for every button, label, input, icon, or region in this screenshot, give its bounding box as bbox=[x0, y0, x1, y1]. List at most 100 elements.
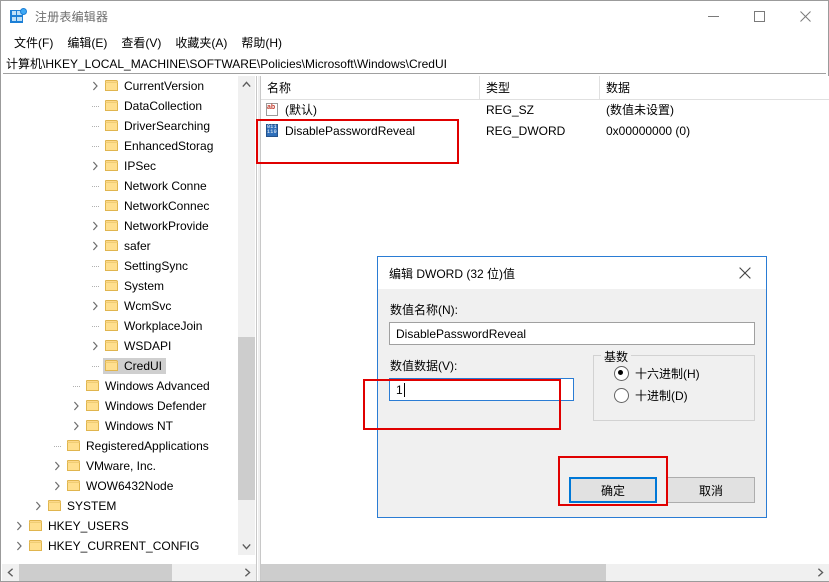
tree-node-datacollection[interactable]: DataCollection bbox=[2, 96, 238, 116]
tree-scroll-thumb[interactable] bbox=[238, 337, 255, 500]
table-row[interactable]: ab (默认) REG_SZ (数值未设置) bbox=[261, 99, 829, 120]
address-bar[interactable]: 计算机\HKEY_LOCAL_MACHINE\SOFTWARE\Policies… bbox=[3, 54, 826, 74]
tree-node-content[interactable]: WorkplaceJoin bbox=[103, 318, 206, 334]
chevron-right-icon[interactable] bbox=[49, 478, 65, 494]
tree-node-content[interactable]: NetworkProvide bbox=[103, 218, 213, 234]
column-header-data[interactable]: 数据 bbox=[600, 76, 829, 99]
chevron-right-icon[interactable] bbox=[87, 238, 103, 254]
tree-node-ipsec[interactable]: IPSec bbox=[2, 156, 238, 176]
menu-edit[interactable]: 编辑(E) bbox=[60, 33, 114, 53]
tree-node-system[interactable]: System bbox=[2, 276, 238, 296]
cancel-button[interactable]: 取消 bbox=[667, 477, 755, 503]
tree-node-content[interactable]: WOW6432Node bbox=[65, 478, 177, 494]
tree-node-content[interactable]: Windows Defender bbox=[84, 398, 210, 414]
registry-tree[interactable]: CurrentVersion DataCollection DriverSearch… bbox=[2, 76, 238, 555]
tree-node-hkey-current-config[interactable]: HKEY_CURRENT_CONFIG bbox=[2, 536, 238, 555]
table-row[interactable]: 011 110 DisablePasswordReveal REG_DWORD 0x00… bbox=[261, 120, 829, 141]
tree-node-content[interactable]: Windows Advanced bbox=[84, 378, 214, 394]
tree-vertical-scrollbar[interactable] bbox=[237, 76, 255, 555]
tree-node-networkconnec[interactable]: NetworkConnec bbox=[2, 196, 238, 216]
chevron-right-icon[interactable] bbox=[68, 398, 84, 414]
menu-favorites[interactable]: 收藏夹(A) bbox=[168, 33, 234, 53]
tree-node-content[interactable]: SettingSync bbox=[103, 258, 192, 274]
tree-node-credui[interactable]: CredUI bbox=[2, 356, 238, 376]
tree-node-safer[interactable]: safer bbox=[2, 236, 238, 256]
value-data-input[interactable]: 1 bbox=[389, 378, 574, 401]
value-name-input[interactable]: DisablePasswordReveal bbox=[389, 322, 755, 345]
chevron-right-icon[interactable] bbox=[11, 538, 27, 554]
chevron-right-icon[interactable] bbox=[87, 78, 103, 94]
chevron-right-icon[interactable] bbox=[87, 338, 103, 354]
tree-node-content[interactable]: DriverSearching bbox=[103, 118, 214, 134]
folder-icon bbox=[85, 399, 101, 413]
tree-node-content[interactable]: EnhancedStorag bbox=[103, 138, 217, 154]
edit-dword-dialog: 编辑 DWORD (32 位)值 数值名称(N): DisablePasswor… bbox=[377, 256, 767, 518]
tree-node-content[interactable]: SYSTEM bbox=[46, 498, 120, 514]
tree-node-label: WorkplaceJoin bbox=[124, 319, 203, 333]
tree-horizontal-scrollbar[interactable] bbox=[2, 564, 256, 581]
tree-node-wcmsvc[interactable]: WcmSvc bbox=[2, 296, 238, 316]
chevron-right-icon[interactable] bbox=[68, 418, 84, 434]
scroll-up-icon[interactable] bbox=[238, 76, 255, 93]
tree-line bbox=[68, 378, 84, 394]
chevron-right-icon[interactable] bbox=[11, 518, 27, 534]
chevron-right-icon[interactable] bbox=[87, 218, 103, 234]
tree-node-driversearching[interactable]: DriverSearching bbox=[2, 116, 238, 136]
menu-view[interactable]: 查看(V) bbox=[114, 33, 168, 53]
scroll-down-icon[interactable] bbox=[238, 538, 255, 555]
tree-node-wow6432node[interactable]: WOW6432Node bbox=[2, 476, 238, 496]
radio-hexadecimal[interactable]: 十六进制(H) bbox=[614, 362, 745, 384]
chevron-right-icon[interactable] bbox=[30, 498, 46, 514]
tree-node-content[interactable]: WcmSvc bbox=[103, 298, 175, 314]
tree-node-vmware-inc[interactable]: VMware, Inc. bbox=[2, 456, 238, 476]
chevron-right-icon[interactable] bbox=[49, 458, 65, 474]
tree-node-content[interactable]: Network Conne bbox=[103, 178, 211, 194]
folder-icon bbox=[104, 359, 120, 373]
tree-node-networkprovide[interactable]: NetworkProvide bbox=[2, 216, 238, 236]
tree-node-content[interactable]: WSDAPI bbox=[103, 338, 175, 354]
values-hscroll-thumb[interactable] bbox=[261, 564, 606, 581]
tree-node-content[interactable]: Windows NT bbox=[84, 418, 177, 434]
tree-node-content[interactable]: DataCollection bbox=[103, 98, 206, 114]
tree-node-enhancedstorag[interactable]: EnhancedStorag bbox=[2, 136, 238, 156]
tree-node-currentversion[interactable]: CurrentVersion bbox=[2, 76, 238, 96]
tree-node-workplacejoin[interactable]: WorkplaceJoin bbox=[2, 316, 238, 336]
menu-help[interactable]: 帮助(H) bbox=[234, 33, 289, 53]
tree-node-network-conne[interactable]: Network Conne bbox=[2, 176, 238, 196]
tree-node-content[interactable]: CredUI bbox=[103, 358, 167, 374]
column-header-type[interactable]: 类型 bbox=[480, 76, 600, 99]
close-button[interactable] bbox=[782, 1, 828, 32]
tree-node-registeredapplications[interactable]: RegisteredApplications bbox=[2, 436, 238, 456]
tree-node-system[interactable]: SYSTEM bbox=[2, 496, 238, 516]
column-header-name[interactable]: 名称 bbox=[261, 76, 480, 99]
tree-node-content[interactable]: NetworkConnec bbox=[103, 198, 213, 214]
scroll-left-icon[interactable] bbox=[2, 564, 19, 581]
tree-node-content[interactable]: HKEY_USERS bbox=[27, 518, 133, 534]
tree-node-content[interactable]: IPSec bbox=[103, 158, 160, 174]
dialog-close-button[interactable] bbox=[724, 257, 766, 288]
tree-node-settingsync[interactable]: SettingSync bbox=[2, 256, 238, 276]
maximize-button[interactable] bbox=[736, 1, 782, 32]
menu-file[interactable]: 文件(F) bbox=[7, 33, 60, 53]
tree-node-content[interactable]: HKEY_CURRENT_CONFIG bbox=[27, 538, 203, 554]
tree-node-windows-defender[interactable]: Windows Defender bbox=[2, 396, 238, 416]
radio-decimal[interactable]: 十进制(D) bbox=[614, 384, 745, 406]
tree-node-hkey-users[interactable]: HKEY_USERS bbox=[2, 516, 238, 536]
tree-node-content[interactable]: RegisteredApplications bbox=[65, 438, 213, 454]
values-scroll-right-icon[interactable] bbox=[812, 564, 829, 581]
tree-node-content[interactable]: System bbox=[103, 278, 168, 294]
tree-node-windows-advanced[interactable]: Windows Advanced bbox=[2, 376, 238, 396]
scroll-right-icon[interactable] bbox=[239, 564, 256, 581]
tree-node-content[interactable]: CurrentVersion bbox=[103, 78, 208, 94]
tree-node-content[interactable]: safer bbox=[103, 238, 155, 254]
value-name-text: DisablePasswordReveal bbox=[396, 326, 527, 341]
values-horizontal-scrollbar[interactable] bbox=[261, 564, 829, 581]
tree-node-windows-nt[interactable]: Windows NT bbox=[2, 416, 238, 436]
chevron-right-icon[interactable] bbox=[87, 158, 103, 174]
minimize-button[interactable] bbox=[690, 1, 736, 32]
tree-node-content[interactable]: VMware, Inc. bbox=[65, 458, 160, 474]
tree-hscroll-thumb[interactable] bbox=[19, 564, 172, 581]
tree-node-wsdapi[interactable]: WSDAPI bbox=[2, 336, 238, 356]
ok-button[interactable]: 确定 bbox=[569, 477, 657, 503]
chevron-right-icon[interactable] bbox=[87, 298, 103, 314]
